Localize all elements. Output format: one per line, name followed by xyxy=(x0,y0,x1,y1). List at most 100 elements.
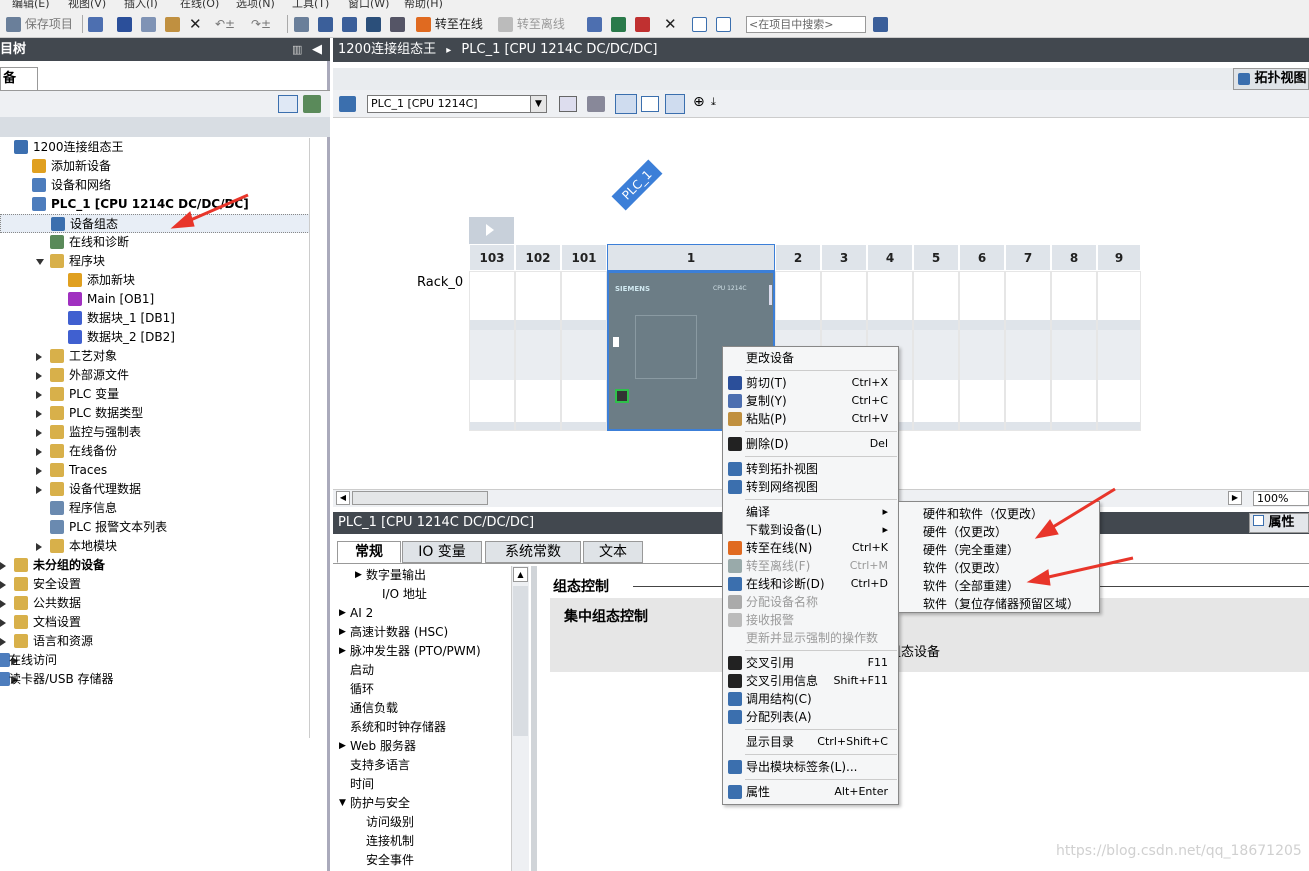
cut-button[interactable] xyxy=(117,15,132,33)
tree-item[interactable]: Main [OB1] xyxy=(0,290,310,309)
tree-item[interactable]: 数据块_1 [DB1] xyxy=(0,309,310,328)
tree-item[interactable]: 安全设置 xyxy=(0,575,310,594)
start-cpu-button[interactable] xyxy=(611,15,626,33)
slot-header[interactable]: 9 xyxy=(1097,244,1141,271)
stop-cpu-button[interactable] xyxy=(635,15,650,33)
context-menu-item[interactable]: 下载到设备(L) ▸ xyxy=(723,521,898,539)
tree-item[interactable]: Traces xyxy=(0,461,310,480)
submenu-item[interactable]: 硬件（完全重建） xyxy=(923,541,1019,559)
context-menu-item[interactable]: 交叉引用 F11 xyxy=(723,654,898,672)
tree-item[interactable]: 未分组的设备 xyxy=(0,556,310,575)
rack-expand-button[interactable] xyxy=(469,217,514,244)
submenu-item[interactable]: 软件（全部重建） xyxy=(923,577,1019,595)
expand-right-icon[interactable] xyxy=(0,600,6,608)
plc-name-tag[interactable]: PLC_1 xyxy=(611,159,663,211)
expand-right-icon[interactable] xyxy=(36,353,42,361)
table-view-icon[interactable] xyxy=(665,94,685,114)
expand-right-icon[interactable] xyxy=(0,638,6,646)
splitter[interactable] xyxy=(531,566,537,871)
device-select[interactable]: PLC_1 [CPU 1214C] ▼ xyxy=(367,95,547,113)
undo-button[interactable]: ↶± xyxy=(215,15,235,33)
tree-item[interactable]: 数据块_2 [DB2] xyxy=(0,328,310,347)
slot-header[interactable]: 3 xyxy=(821,244,867,271)
split-vertical-button[interactable] xyxy=(716,15,731,33)
save-project-button[interactable]: 保存项目 xyxy=(6,15,73,33)
properties-tab[interactable]: 属性 xyxy=(1249,513,1309,533)
compile-button[interactable] xyxy=(294,15,309,33)
expand-right-icon[interactable]: ▶ xyxy=(339,604,346,623)
expand-right-icon[interactable] xyxy=(36,448,42,456)
submenu-item[interactable]: 软件（仅更改） xyxy=(923,559,1007,577)
context-menu-item[interactable]: 导出模块标签条(L)... xyxy=(723,758,898,776)
copy-button[interactable] xyxy=(141,15,156,33)
tree-item[interactable]: 设备组态 xyxy=(0,214,310,233)
tree-item[interactable]: PLC 数据类型 xyxy=(0,404,310,423)
expand-right-icon[interactable] xyxy=(36,410,42,418)
slot-header[interactable]: 2 xyxy=(775,244,821,271)
slot-header[interactable]: 1 xyxy=(607,244,775,271)
rt-button[interactable] xyxy=(390,15,405,33)
menu-item[interactable]: 帮助(H) xyxy=(404,0,443,10)
upload-button[interactable] xyxy=(342,15,357,33)
menu-item[interactable]: 选项(N) xyxy=(236,0,275,10)
context-menu-item[interactable]: 调用结构(C) xyxy=(723,690,898,708)
download-button[interactable] xyxy=(318,15,333,33)
device-network-icon[interactable] xyxy=(339,96,356,112)
context-menu-item[interactable]: 交叉引用信息 Shift+F11 xyxy=(723,672,898,690)
context-menu-item[interactable]: 属性 Alt+Enter xyxy=(723,783,898,801)
tab-system-constants[interactable]: 系统常数 xyxy=(485,541,581,563)
details-view-icon[interactable] xyxy=(278,95,298,113)
tree-item[interactable]: 工艺对象 xyxy=(0,347,310,366)
cross-reference-button[interactable]: ✕ xyxy=(664,15,677,33)
expand-right-icon[interactable] xyxy=(36,543,42,551)
scroll-left-icon[interactable]: ◀ xyxy=(336,491,350,505)
zoom-icon[interactable]: ⊕ xyxy=(693,94,705,110)
slot-body[interactable] xyxy=(469,271,515,431)
tree-item[interactable]: PLC 报警文本列表 xyxy=(0,518,310,537)
context-menu-item[interactable]: 转至在线(N) Ctrl+K xyxy=(723,539,898,557)
go-online-button[interactable]: 转至在线 xyxy=(416,15,483,33)
tree-item[interactable]: PLC 变量 xyxy=(0,385,310,404)
expand-right-icon[interactable] xyxy=(36,429,42,437)
project-search-input[interactable]: <在项目中搜索> xyxy=(746,16,866,33)
slot-header[interactable]: 103 xyxy=(469,244,515,271)
name-label-icon[interactable] xyxy=(587,96,605,112)
scroll-right-icon[interactable]: ▶ xyxy=(1228,491,1242,505)
simulation-button[interactable] xyxy=(366,15,381,33)
menu-item[interactable]: 在线(O) xyxy=(180,0,219,10)
tree-item[interactable]: 公共数据 xyxy=(0,594,310,613)
expand-down-icon[interactable] xyxy=(36,259,44,265)
expand-right-icon[interactable] xyxy=(36,372,42,380)
breadcrumb-device[interactable]: PLC_1 [CPU 1214C DC/DC/DC] xyxy=(461,42,657,57)
zoom-dropdown-icon[interactable]: ⤓ xyxy=(711,95,716,109)
context-menu-item[interactable]: 在线和诊断(D) Ctrl+D xyxy=(723,575,898,593)
scroll-up-icon[interactable]: ▲ xyxy=(513,567,528,582)
context-menu-item[interactable]: 显示目录 Ctrl+Shift+C xyxy=(723,733,898,751)
slot-header[interactable]: 101 xyxy=(561,244,607,271)
context-menu-item[interactable]: 复制(Y) Ctrl+C xyxy=(723,392,898,410)
slot-header[interactable]: 6 xyxy=(959,244,1005,271)
tree-item[interactable]: 本地模块 xyxy=(0,537,310,556)
tree-item[interactable]: 1200连接组态王 xyxy=(0,138,310,157)
tree-item[interactable]: 设备和网络 xyxy=(0,176,310,195)
context-menu-item[interactable]: 转至离线(F) Ctrl+M xyxy=(723,557,898,575)
tree-item[interactable]: 在线和诊断 xyxy=(0,233,310,252)
slot-header[interactable]: 102 xyxy=(515,244,561,271)
properties-nav-scrollbar[interactable]: ▲ xyxy=(511,566,529,871)
device-overview-icon[interactable] xyxy=(559,96,577,112)
context-menu-item[interactable]: 剪切(T) Ctrl+X xyxy=(723,374,898,392)
go-offline-button[interactable]: 转至离线 xyxy=(498,15,565,33)
pin-icon[interactable]: ▥ xyxy=(292,38,302,61)
context-menu-item[interactable]: 转到拓扑视图 xyxy=(723,460,898,478)
expand-right-icon[interactable]: ▶ xyxy=(339,642,346,661)
submenu-item[interactable]: 硬件（仅更改） xyxy=(923,523,1007,541)
scrollbar-thumb[interactable] xyxy=(513,586,528,736)
expand-right-icon[interactable]: ▶ xyxy=(339,737,346,756)
menu-item[interactable]: 窗口(W) xyxy=(348,0,389,10)
context-menu-item[interactable]: 转到网络视图 xyxy=(723,478,898,496)
scrollbar-thumb[interactable] xyxy=(352,491,488,505)
tree-item[interactable]: 监控与强制表 xyxy=(0,423,310,442)
grid-icon[interactable] xyxy=(641,96,659,112)
slot-body[interactable] xyxy=(1005,271,1051,431)
slot-header[interactable]: 5 xyxy=(913,244,959,271)
